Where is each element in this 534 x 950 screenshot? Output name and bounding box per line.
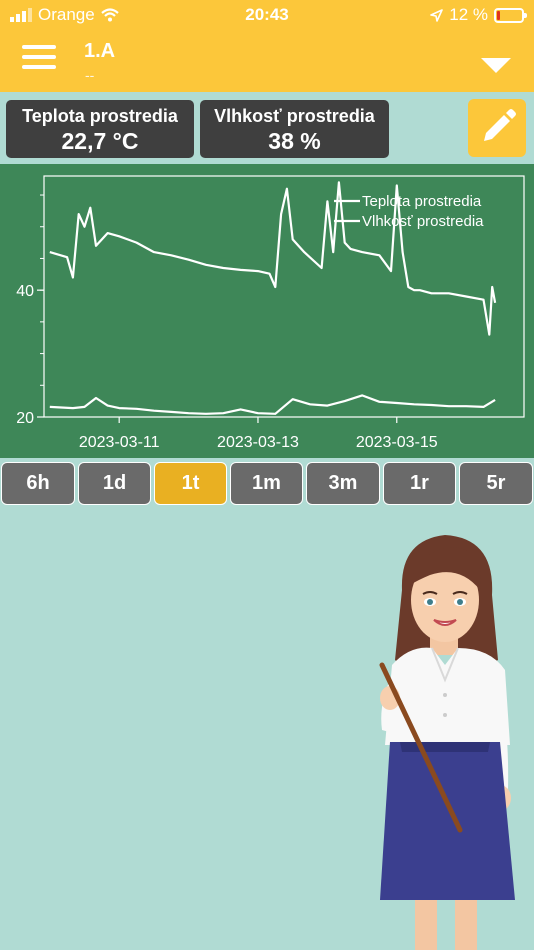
x-tick-label: 2023-03-11 [79, 434, 160, 451]
hamburger-icon [22, 45, 56, 49]
humidity-label: Vlhkosť prostredia [214, 106, 375, 126]
location-icon [430, 8, 444, 22]
range-button-1t[interactable]: 1t [154, 462, 227, 505]
legend-label: Vlhkosť prostredia [362, 213, 484, 230]
history-chart: 20 40 2023-03-11 2023-03-13 2023-03-15 Teplot… [16, 175, 525, 451]
room-subtitle: -- [85, 67, 95, 83]
range-selector: 6h 1d 1t 1m 3m 1r 5r [0, 462, 534, 508]
range-button-1d[interactable]: 1d [78, 462, 151, 505]
pencil-icon [484, 109, 516, 141]
range-button-6h[interactable]: 6h [1, 462, 75, 505]
temperature-label: Teplota prostredia [22, 106, 178, 126]
range-button-1m[interactable]: 1m [230, 462, 303, 505]
temperature-value: 22,7 °C [61, 128, 139, 154]
x-tick-label: 2023-03-13 [217, 434, 299, 451]
y-tick-label: 40 [16, 283, 34, 300]
status-bar: Orange 20:43 12 % [0, 0, 534, 30]
battery-icon [494, 7, 527, 23]
x-tick-label: 2023-03-15 [356, 434, 438, 451]
range-button-1r[interactable]: 1r [383, 462, 456, 505]
menu-button[interactable] [22, 45, 56, 73]
range-button-5r[interactable]: 5r [459, 462, 533, 505]
edit-button[interactable] [468, 99, 526, 157]
hamburger-icon-line [22, 55, 56, 59]
temperature-series-line [49, 394, 496, 415]
humidity-card[interactable]: Vlhkosť prostredia 38 % [200, 100, 389, 158]
range-button-3m[interactable]: 3m [306, 462, 380, 505]
humidity-value: 38 % [268, 128, 321, 154]
app-bar: 1.A -- [0, 30, 534, 92]
temperature-card[interactable]: Teplota prostredia 22,7 °C [6, 100, 194, 158]
battery-percent: 12 % [449, 5, 488, 24]
room-title: 1.A [84, 40, 116, 62]
chart-panel: 20 40 2023-03-11 2023-03-13 2023-03-15 Teplot… [0, 164, 534, 458]
y-tick-label: 20 [16, 410, 34, 427]
hamburger-icon-line [22, 65, 56, 69]
teacher-illustration [379, 535, 515, 950]
legend-label: Teplota prostredia [362, 193, 482, 210]
dropdown-icon[interactable] [480, 54, 512, 76]
